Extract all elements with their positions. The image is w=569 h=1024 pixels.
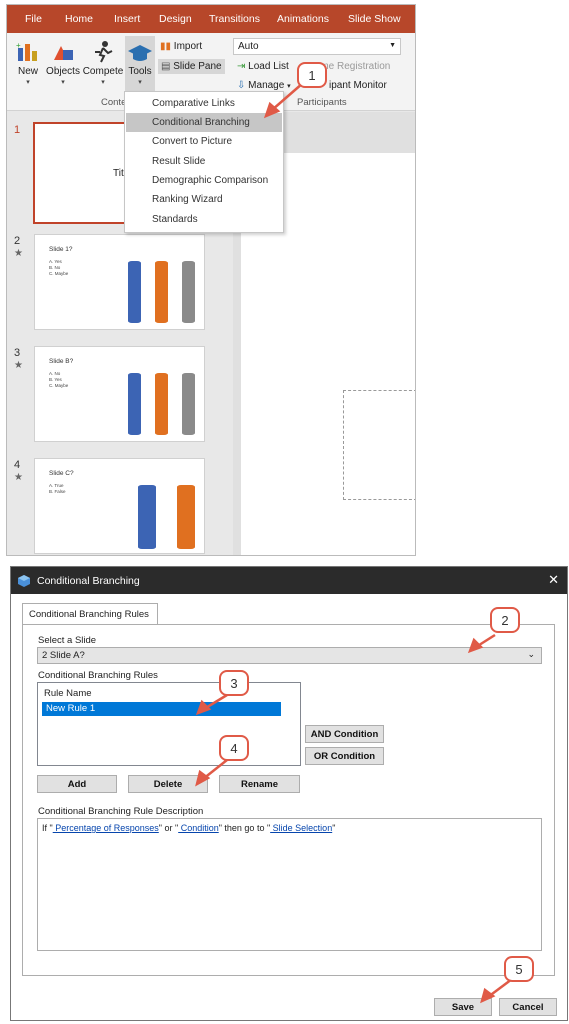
callout-3: 3: [219, 670, 249, 696]
callout-5: 5: [504, 956, 534, 982]
callout-2: 2: [490, 607, 520, 633]
callout-1: 1: [297, 62, 327, 88]
callout-4: 4: [219, 735, 249, 761]
callout-arrows: [195, 82, 513, 1004]
